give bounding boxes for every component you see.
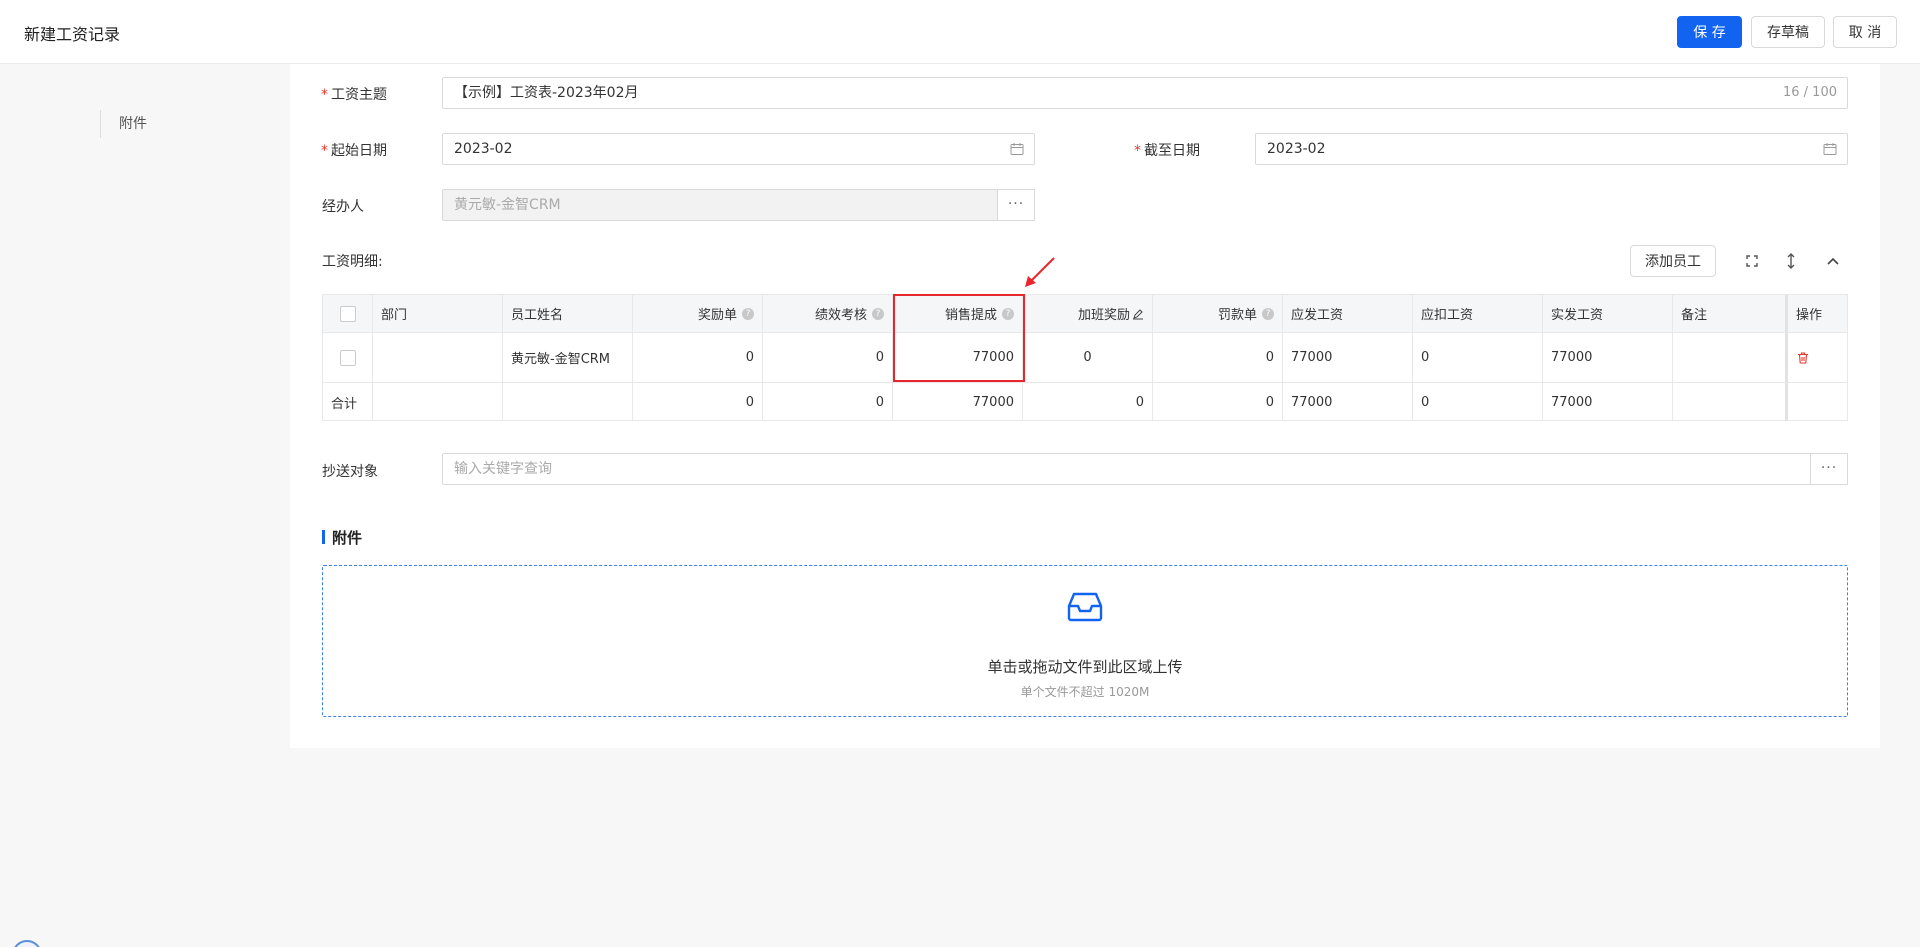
performance-cell[interactable]: 0 bbox=[763, 333, 893, 382]
dept-cell[interactable] bbox=[373, 333, 503, 382]
select-all-cell bbox=[323, 295, 373, 332]
select-all-checkbox[interactable] bbox=[339, 305, 356, 322]
handler-select-button[interactable]: ··· bbox=[997, 189, 1035, 221]
table-total-row: 合计 0 0 77000 0 0 77000 0 77000 bbox=[323, 383, 1847, 421]
help-icon[interactable]: ? bbox=[742, 307, 754, 320]
upload-text: 单击或拖动文件到此区域上传 bbox=[987, 658, 1183, 676]
total-cell: 77000 bbox=[893, 383, 1023, 421]
payable-cell: 77000 bbox=[1283, 333, 1413, 382]
anchor-nav: 附件 bbox=[0, 64, 290, 947]
total-label: 合计 bbox=[323, 383, 373, 421]
table-row: 黄元敏-金智CRM 0 0 77000 0 0 77000 0 77000 bbox=[323, 333, 1847, 383]
col-header: 应发工资 bbox=[1283, 295, 1413, 332]
handler-input: 黄元敏-金智CRM bbox=[442, 189, 998, 221]
calendar-icon bbox=[1823, 143, 1837, 155]
total-cell: 0 bbox=[1153, 383, 1283, 421]
total-cell: 0 bbox=[763, 383, 893, 421]
row-checkbox[interactable] bbox=[339, 349, 356, 366]
actual-pay-cell: 77000 bbox=[1543, 333, 1673, 382]
fine-cell[interactable]: 0 bbox=[1153, 333, 1283, 382]
table-header: 部门 员工姓名 奖励单? 绩效考核? 销售提成? 加班奖励 罚款单? 应发工资 … bbox=[323, 295, 1847, 333]
top-bar: 新建工资记录 保 存 存草稿 取 消 bbox=[0, 0, 1920, 64]
add-employee-button[interactable]: 添加员工 bbox=[1630, 245, 1716, 277]
collapse-icon[interactable] bbox=[1822, 250, 1844, 272]
col-header: 加班奖励 bbox=[1023, 295, 1153, 332]
remark-cell[interactable] bbox=[1673, 333, 1788, 382]
edit-icon[interactable] bbox=[1132, 308, 1144, 320]
total-cell: 77000 bbox=[1543, 383, 1673, 421]
col-header: 罚款单? bbox=[1153, 295, 1283, 332]
cancel-button[interactable]: 取 消 bbox=[1833, 16, 1897, 48]
col-header: 备注 bbox=[1673, 295, 1788, 332]
col-header: 绩效考核? bbox=[763, 295, 893, 332]
annotation-arrow-icon bbox=[1025, 257, 1055, 287]
employee-name-cell[interactable]: 黄元敏-金智CRM bbox=[503, 333, 633, 382]
delete-icon[interactable] bbox=[1796, 351, 1810, 365]
total-cell: 77000 bbox=[1283, 383, 1413, 421]
inbox-icon bbox=[1067, 592, 1103, 622]
total-cell: 0 bbox=[633, 383, 763, 421]
char-count: 16 / 100 bbox=[1783, 85, 1837, 100]
upload-dropzone[interactable]: 单击或拖动文件到此区域上传 单个文件不超过 1020M bbox=[322, 565, 1848, 717]
nav-item-attachment[interactable]: 附件 bbox=[100, 110, 147, 138]
total-cell bbox=[1788, 383, 1847, 421]
calendar-icon bbox=[1010, 143, 1024, 155]
col-header: 奖励单? bbox=[633, 295, 763, 332]
start-date-label: * 起始日期 bbox=[321, 143, 387, 159]
page-title: 新建工资记录 bbox=[24, 25, 121, 44]
deduct-cell: 0 bbox=[1413, 333, 1543, 382]
total-cell bbox=[373, 383, 503, 421]
attachment-section-title: 附件 bbox=[322, 527, 362, 548]
col-header: 操作 bbox=[1796, 308, 1823, 323]
action-cell bbox=[1788, 333, 1847, 382]
overtime-cell[interactable]: 0 bbox=[1023, 333, 1153, 382]
total-cell: 0 bbox=[1413, 383, 1543, 421]
save-draft-button[interactable]: 存草稿 bbox=[1751, 16, 1825, 48]
cc-label: 抄送对象 bbox=[322, 464, 378, 480]
subject-input[interactable]: 【示例】工资表-2023年02月 16 / 100 bbox=[442, 77, 1848, 109]
upload-hint: 单个文件不超过 1020M bbox=[1020, 685, 1150, 699]
highlight-box bbox=[893, 294, 1025, 382]
fullscreen-icon[interactable] bbox=[1741, 250, 1763, 272]
help-icon[interactable]: ? bbox=[872, 307, 884, 320]
row-select-cell bbox=[323, 333, 373, 382]
col-header: 实发工资 bbox=[1543, 295, 1673, 332]
required-mark: * bbox=[321, 143, 328, 159]
col-header: 部门 bbox=[373, 295, 503, 332]
salary-table: 部门 员工姓名 奖励单? 绩效考核? 销售提成? 加班奖励 罚款单? 应发工资 … bbox=[322, 294, 1848, 421]
help-icon[interactable]: ? bbox=[1262, 307, 1274, 320]
salary-detail-title: 工资明细: bbox=[322, 254, 383, 270]
col-header: 员工姓名 bbox=[503, 295, 633, 332]
total-cell: 0 bbox=[1023, 383, 1153, 421]
cc-select-button[interactable]: ··· bbox=[1810, 453, 1848, 485]
total-cell bbox=[1673, 383, 1788, 421]
cc-search-input[interactable]: 输入关键字查询 bbox=[442, 453, 1811, 485]
subject-label: * 工资主题 bbox=[321, 87, 387, 103]
col-header: 应扣工资 bbox=[1413, 295, 1543, 332]
save-button[interactable]: 保 存 bbox=[1677, 16, 1742, 48]
required-mark: * bbox=[1134, 143, 1141, 159]
end-date-label: * 截至日期 bbox=[1134, 143, 1200, 159]
total-cell bbox=[503, 383, 633, 421]
handler-label: 经办人 bbox=[322, 199, 364, 215]
start-date-picker[interactable]: 2023-02 bbox=[442, 133, 1035, 165]
required-mark: * bbox=[321, 87, 328, 103]
row-height-icon[interactable] bbox=[1780, 250, 1802, 272]
bonus-cell[interactable]: 0 bbox=[633, 333, 763, 382]
end-date-picker[interactable]: 2023-02 bbox=[1255, 133, 1848, 165]
